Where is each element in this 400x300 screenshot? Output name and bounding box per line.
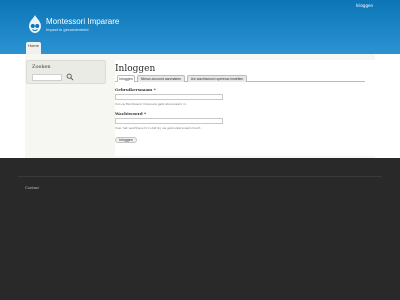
login-content: Inloggen Inloggen Nieuw account aanmaken… (115, 60, 375, 156)
site-footer: Contact (0, 158, 400, 300)
footer-contact-link[interactable]: Contact (25, 185, 39, 190)
tab-reset-password[interactable]: Uw wachtwoord opnieuw instellen (187, 75, 247, 82)
site-slogan: Impact in gezondenheid (46, 27, 89, 32)
password-label: Wachtwoord * (115, 111, 147, 116)
search-input[interactable] (32, 74, 62, 81)
search-icon[interactable] (66, 73, 74, 81)
search-block-title: Zoeken (32, 64, 51, 70)
drupal-logo-icon[interactable] (27, 14, 43, 34)
nav-home-tab[interactable]: Home (26, 42, 41, 54)
login-tabs: Inloggen Nieuw account aanmaken Uw wacht… (115, 75, 365, 82)
top-login-link[interactable]: Inloggen (356, 3, 373, 8)
login-submit-button[interactable]: Inloggen (115, 137, 137, 143)
tab-register[interactable]: Nieuw account aanmaken (137, 75, 185, 82)
search-block: Zoeken (26, 60, 106, 84)
site-name[interactable]: Montessori Imparare (46, 17, 119, 26)
password-field[interactable] (115, 118, 223, 124)
tab-login[interactable]: Inloggen (117, 75, 135, 82)
password-description: Voer het wachtwoord in dat bij uw gebrui… (115, 126, 202, 130)
footer-divider (18, 176, 382, 177)
username-description: Vul uw Montessori Imparare gebruikersnaa… (115, 102, 187, 106)
username-label: Gebruikersnaam * (115, 87, 156, 92)
site-header: Inloggen Montessori Imparare Impact in g… (0, 0, 400, 54)
username-field[interactable] (115, 94, 223, 100)
page-title: Inloggen (115, 64, 156, 74)
